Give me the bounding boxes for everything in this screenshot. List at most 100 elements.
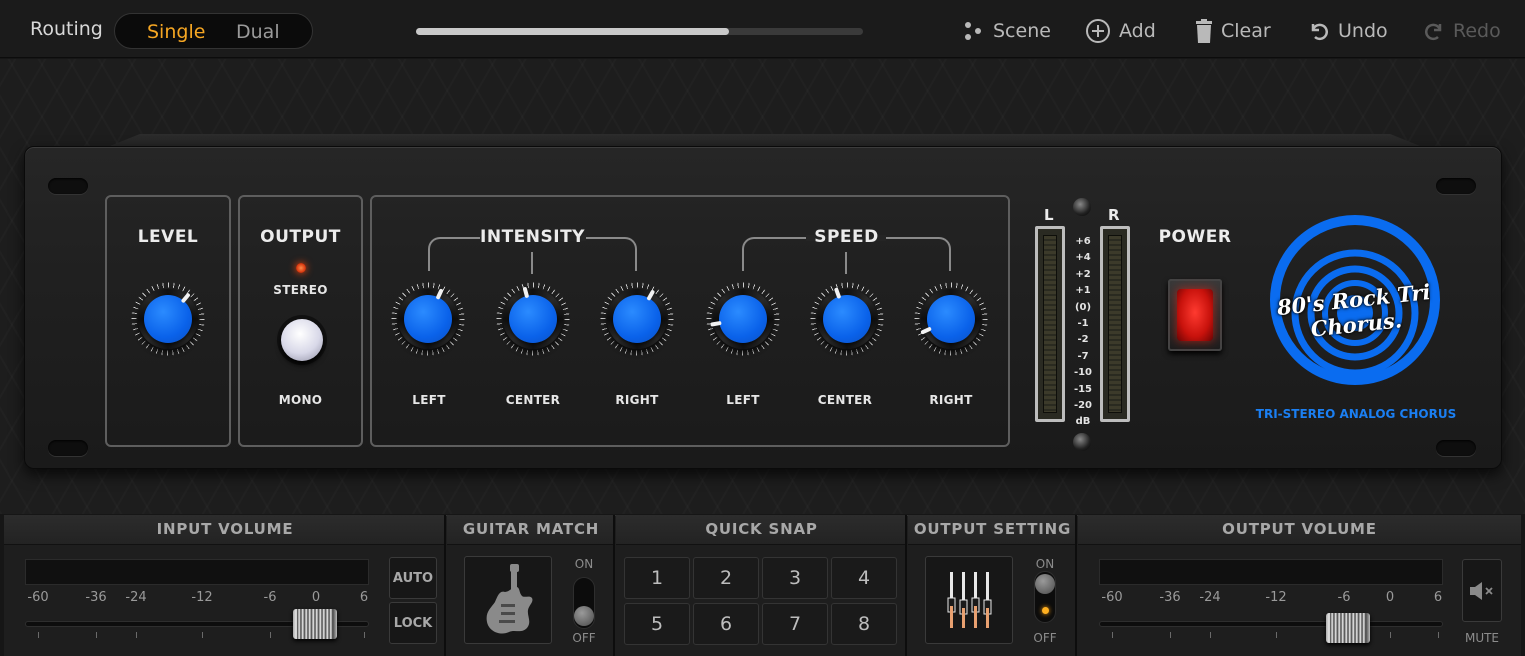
- intensity-left-label: LEFT: [412, 393, 446, 407]
- scene-button[interactable]: Scene: [963, 17, 1051, 45]
- db-scale-tick: [1170, 632, 1171, 638]
- eq-sliders-icon: [947, 572, 992, 628]
- speed-left-label: LEFT: [726, 393, 760, 407]
- clear-label: Clear: [1221, 20, 1271, 42]
- rack-mount-slot: [1436, 440, 1476, 456]
- guitar-match-button[interactable]: [464, 556, 552, 644]
- quick-snap-button-3[interactable]: 3: [762, 557, 828, 599]
- quick-snap-button-5[interactable]: 5: [624, 603, 690, 645]
- lock-button[interactable]: LOCK: [389, 602, 437, 644]
- db-scale-tick: [270, 632, 271, 638]
- intensity-title: INTENSITY: [480, 227, 585, 247]
- rack-mount-slot: [1436, 178, 1476, 194]
- output-volume-title: OUTPUT VOLUME: [1222, 520, 1377, 538]
- db-scale-tick: [1438, 632, 1439, 638]
- meter-scale-label: -15: [1073, 383, 1093, 395]
- intensity-center-knob[interactable]: [496, 282, 570, 356]
- progress-fill: [416, 28, 729, 35]
- output-setting-button[interactable]: [925, 556, 1013, 644]
- redo-icon: [1423, 20, 1445, 42]
- routing-dual-option[interactable]: Dual: [236, 21, 280, 43]
- db-scale-label: -36: [1159, 590, 1181, 605]
- meter-scale-label: -20: [1073, 400, 1093, 411]
- meter-scale-label: -7: [1077, 350, 1089, 362]
- db-scale-label: 6: [1433, 590, 1443, 605]
- mute-label: MUTE: [1464, 631, 1500, 645]
- output-setting-on-label: ON: [1035, 557, 1055, 571]
- db-scale-tick: [202, 632, 203, 638]
- db-scale-label: -12: [191, 590, 213, 605]
- undo-button[interactable]: Undo: [1308, 17, 1388, 45]
- input-volume-title: INPUT VOLUME: [156, 520, 294, 538]
- routing-segmented-control: Single Dual: [114, 13, 313, 49]
- output-title: OUTPUT: [260, 227, 341, 247]
- mute-button[interactable]: [1462, 559, 1502, 622]
- output-volume-meter: [1099, 559, 1443, 585]
- output-mode-button[interactable]: [281, 319, 323, 361]
- db-scale-tick: [364, 632, 365, 638]
- auto-button[interactable]: AUTO: [389, 557, 437, 599]
- redo-button[interactable]: Redo: [1423, 17, 1501, 45]
- output-volume-track: [1099, 621, 1443, 627]
- output-setting-toggle[interactable]: [1034, 571, 1056, 623]
- input-volume-meter: [25, 559, 369, 585]
- guitar-match-on-label: ON: [574, 557, 594, 571]
- quick-snap-button-2[interactable]: 2: [693, 557, 759, 599]
- speed-center-label: CENTER: [817, 393, 873, 407]
- db-scale-label: -60: [1101, 590, 1123, 605]
- speed-left-knob[interactable]: [706, 282, 780, 356]
- tagline: TRI-STEREO ANALOG CHORUS: [1255, 407, 1457, 421]
- clear-button[interactable]: Clear: [1195, 17, 1271, 45]
- scene-icon: [963, 20, 985, 42]
- quick-snap-button-4[interactable]: 4: [831, 557, 897, 599]
- stereo-indicator-led: [296, 263, 306, 273]
- db-scale-label: -36: [85, 590, 107, 605]
- add-icon: [1085, 18, 1111, 44]
- guitar-match-off-label: OFF: [572, 631, 596, 645]
- speed-center-knob[interactable]: [810, 282, 884, 356]
- quick-snap-title: QUICK SNAP: [705, 520, 818, 538]
- top-toolbar: Routing Single Dual Scene Add Clear Undo…: [0, 0, 1525, 58]
- intensity-right-knob[interactable]: [600, 282, 674, 356]
- brand-logo: 80's Rock Tri Chorus.: [1245, 205, 1465, 395]
- db-scale-label: -24: [1199, 590, 1221, 605]
- meter-scale-label: -2: [1077, 334, 1089, 346]
- power-label: POWER: [1158, 227, 1232, 247]
- meter-scale-label: (0): [1074, 301, 1092, 313]
- quick-snap-button-1[interactable]: 1: [624, 557, 690, 599]
- speaker-mute-icon: [1470, 581, 1493, 600]
- guitar-match-toggle[interactable]: [573, 577, 595, 629]
- level-title: LEVEL: [137, 227, 199, 247]
- speed-right-knob[interactable]: [914, 282, 988, 356]
- intensity-center-label: CENTER: [505, 393, 561, 407]
- intensity-left-knob[interactable]: [391, 282, 465, 356]
- routing-label: Routing: [30, 18, 103, 40]
- scene-label: Scene: [993, 20, 1051, 42]
- intensity-right-label: RIGHT: [615, 393, 659, 407]
- db-scale-tick: [1210, 632, 1211, 638]
- rack-mount-slot: [48, 440, 88, 456]
- power-switch[interactable]: [1168, 279, 1222, 351]
- db-scale-label: -24: [125, 590, 147, 605]
- mono-label: MONO: [278, 393, 323, 407]
- stereo-label: STEREO: [273, 283, 328, 297]
- db-scale-label: 0: [1385, 590, 1395, 605]
- db-scale-tick: [136, 632, 137, 638]
- level-knob[interactable]: [131, 282, 205, 356]
- add-button[interactable]: Add: [1085, 17, 1156, 45]
- quick-snap-button-8[interactable]: 8: [831, 603, 897, 645]
- output-setting-off-label: OFF: [1033, 631, 1057, 645]
- routing-single-option[interactable]: Single: [147, 21, 205, 43]
- meter-scale-label: dB: [1075, 416, 1091, 428]
- db-scale-label: -60: [27, 590, 49, 605]
- output-volume-fader[interactable]: [1326, 613, 1370, 643]
- input-volume-fader[interactable]: [293, 609, 337, 639]
- redo-label: Redo: [1453, 20, 1501, 42]
- quick-snap-button-6[interactable]: 6: [693, 603, 759, 645]
- trash-icon: [1195, 19, 1213, 43]
- db-scale-label: -6: [1337, 590, 1351, 605]
- meter-scale-label: +1: [1075, 285, 1091, 297]
- db-scale-label: -12: [1265, 590, 1287, 605]
- quick-snap-button-7[interactable]: 7: [762, 603, 828, 645]
- db-scale-tick: [1276, 632, 1277, 638]
